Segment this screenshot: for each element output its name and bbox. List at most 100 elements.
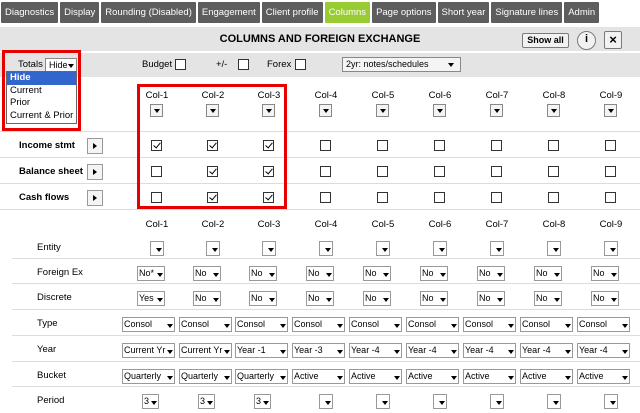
notes-select[interactable]: 2yr: notes/schedules (342, 57, 461, 72)
column-setting-select[interactable]: No (591, 291, 619, 306)
statement-column-checkbox[interactable] (491, 166, 502, 177)
column-setting-select[interactable]: No (249, 266, 277, 281)
column-setting-select[interactable]: Active (349, 369, 402, 384)
tab-engagement[interactable]: Engagement (197, 2, 260, 23)
tab-display[interactable]: Display (60, 2, 100, 23)
statement-column-checkbox[interactable] (548, 192, 559, 203)
column-setting-select[interactable]: Active (463, 369, 516, 384)
column-setting-select[interactable]: Quarterly (179, 369, 232, 384)
column-menu-button[interactable] (433, 104, 446, 117)
column-menu-button[interactable] (547, 104, 560, 117)
column-setting-select[interactable] (604, 394, 618, 409)
column-setting-select[interactable]: No (477, 266, 505, 281)
column-setting-select[interactable]: Year -1 (235, 343, 288, 358)
column-setting-select[interactable]: Year -4 (463, 343, 516, 358)
column-setting-select[interactable]: Active (520, 369, 573, 384)
column-setting-select[interactable]: Active (577, 369, 630, 384)
tab-short-year[interactable]: Short year (437, 2, 490, 23)
column-setting-select[interactable]: Consol (463, 317, 516, 332)
statement-column-checkbox[interactable] (320, 192, 331, 203)
column-setting-select[interactable]: No (477, 291, 505, 306)
column-setting-select[interactable]: Consol (235, 317, 288, 332)
statement-column-checkbox[interactable] (207, 140, 218, 151)
column-setting-select[interactable] (433, 394, 447, 409)
column-setting-select[interactable] (262, 241, 276, 256)
column-setting-select[interactable]: No (534, 291, 562, 306)
column-setting-select[interactable]: No (306, 266, 334, 281)
column-setting-select[interactable]: No (534, 266, 562, 281)
tab-rounding-disabled[interactable]: Rounding (Disabled) (101, 2, 196, 23)
statement-column-checkbox[interactable] (207, 166, 218, 177)
tab-diagnostics[interactable]: Diagnostics (1, 2, 59, 23)
column-setting-select[interactable] (319, 394, 333, 409)
statement-column-checkbox[interactable] (151, 140, 162, 151)
statement-column-checkbox[interactable] (320, 140, 331, 151)
close-icon[interactable]: × (604, 31, 622, 49)
column-setting-select[interactable]: Year -3 (292, 343, 345, 358)
expand-arrow-icon[interactable] (87, 138, 103, 154)
column-setting-select[interactable]: Active (406, 369, 459, 384)
column-setting-select[interactable]: Current Yr (122, 343, 175, 358)
tab-signature-lines[interactable]: Signature lines (491, 2, 563, 23)
column-setting-select[interactable]: 3 (198, 394, 215, 409)
statement-column-checkbox[interactable] (151, 166, 162, 177)
show-all-button[interactable]: Show all (522, 33, 569, 48)
column-setting-select[interactable]: No (193, 291, 221, 306)
column-setting-select[interactable] (604, 241, 618, 256)
statement-column-checkbox[interactable] (377, 166, 388, 177)
column-menu-button[interactable] (604, 104, 617, 117)
column-setting-select[interactable]: No (249, 291, 277, 306)
column-setting-select[interactable]: No (363, 266, 391, 281)
column-menu-button[interactable] (150, 104, 163, 117)
column-setting-select[interactable]: Year -4 (577, 343, 630, 358)
tab-admin[interactable]: Admin (564, 2, 600, 23)
column-setting-select[interactable]: No (420, 291, 448, 306)
column-menu-button[interactable] (490, 104, 503, 117)
statement-column-checkbox[interactable] (491, 192, 502, 203)
statement-column-checkbox[interactable] (605, 166, 616, 177)
statement-column-checkbox[interactable] (263, 140, 274, 151)
statement-column-checkbox[interactable] (320, 166, 331, 177)
column-setting-select[interactable]: Consol (577, 317, 630, 332)
statement-column-checkbox[interactable] (434, 192, 445, 203)
column-menu-button[interactable] (376, 104, 389, 117)
column-setting-select[interactable] (490, 241, 504, 256)
statement-column-checkbox[interactable] (377, 192, 388, 203)
column-setting-select[interactable]: Year -4 (349, 343, 402, 358)
statement-column-checkbox[interactable] (605, 192, 616, 203)
column-setting-select[interactable]: No (363, 291, 391, 306)
column-setting-select[interactable]: Consol (406, 317, 459, 332)
statement-column-checkbox[interactable] (263, 192, 274, 203)
column-setting-select[interactable] (490, 394, 504, 409)
column-setting-select[interactable]: Yes (137, 291, 165, 306)
statement-column-checkbox[interactable] (207, 192, 218, 203)
expand-arrow-icon[interactable] (87, 164, 103, 180)
column-setting-select[interactable] (206, 241, 220, 256)
budget-checkbox[interactable] (175, 59, 186, 70)
column-setting-select[interactable]: Quarterly (235, 369, 288, 384)
expand-arrow-icon[interactable] (87, 190, 103, 206)
statement-column-checkbox[interactable] (434, 140, 445, 151)
statement-column-checkbox[interactable] (434, 166, 445, 177)
totals-option-current[interactable]: Current (7, 85, 76, 98)
plusminus-checkbox[interactable] (238, 59, 249, 70)
column-menu-button[interactable] (262, 104, 275, 117)
column-setting-select[interactable]: Consol (349, 317, 402, 332)
column-setting-select[interactable]: No (591, 266, 619, 281)
column-setting-select[interactable] (547, 394, 561, 409)
column-setting-select[interactable]: Active (292, 369, 345, 384)
column-setting-select[interactable]: No* (137, 266, 165, 281)
totals-option-prior[interactable]: Prior (7, 97, 76, 110)
statement-column-checkbox[interactable] (548, 140, 559, 151)
column-setting-select[interactable]: No (420, 266, 448, 281)
info-icon[interactable]: i (577, 31, 596, 50)
tab-page-options[interactable]: Page options (372, 2, 436, 23)
statement-column-checkbox[interactable] (605, 140, 616, 151)
totals-option-current-prior[interactable]: Current & Prior (7, 110, 76, 123)
column-setting-select[interactable]: Year -4 (520, 343, 573, 358)
column-setting-select[interactable]: 3 (254, 394, 271, 409)
column-setting-select[interactable]: 3 (142, 394, 159, 409)
column-setting-select[interactable]: Year -4 (406, 343, 459, 358)
column-setting-select[interactable] (150, 241, 164, 256)
tab-columns[interactable]: Columns (324, 2, 371, 23)
